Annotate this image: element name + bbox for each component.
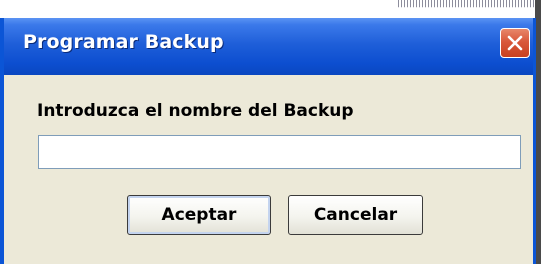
close-button[interactable]: [500, 28, 530, 58]
accept-button[interactable]: Aceptar: [127, 195, 271, 235]
backup-name-input[interactable]: [38, 135, 521, 169]
cancel-button[interactable]: Cancelar: [288, 195, 423, 235]
close-icon: [507, 35, 523, 51]
backup-name-label: Introduzca el nombre del Backup: [37, 101, 354, 121]
dialog-content: Introduzca el nombre del Backup Aceptar …: [4, 75, 533, 264]
dialog-titlebar[interactable]: Programar Backup: [4, 18, 533, 75]
backup-dialog: Programar Backup Introduzca el nombre de…: [0, 18, 536, 264]
dialog-title: Programar Backup: [23, 31, 224, 53]
